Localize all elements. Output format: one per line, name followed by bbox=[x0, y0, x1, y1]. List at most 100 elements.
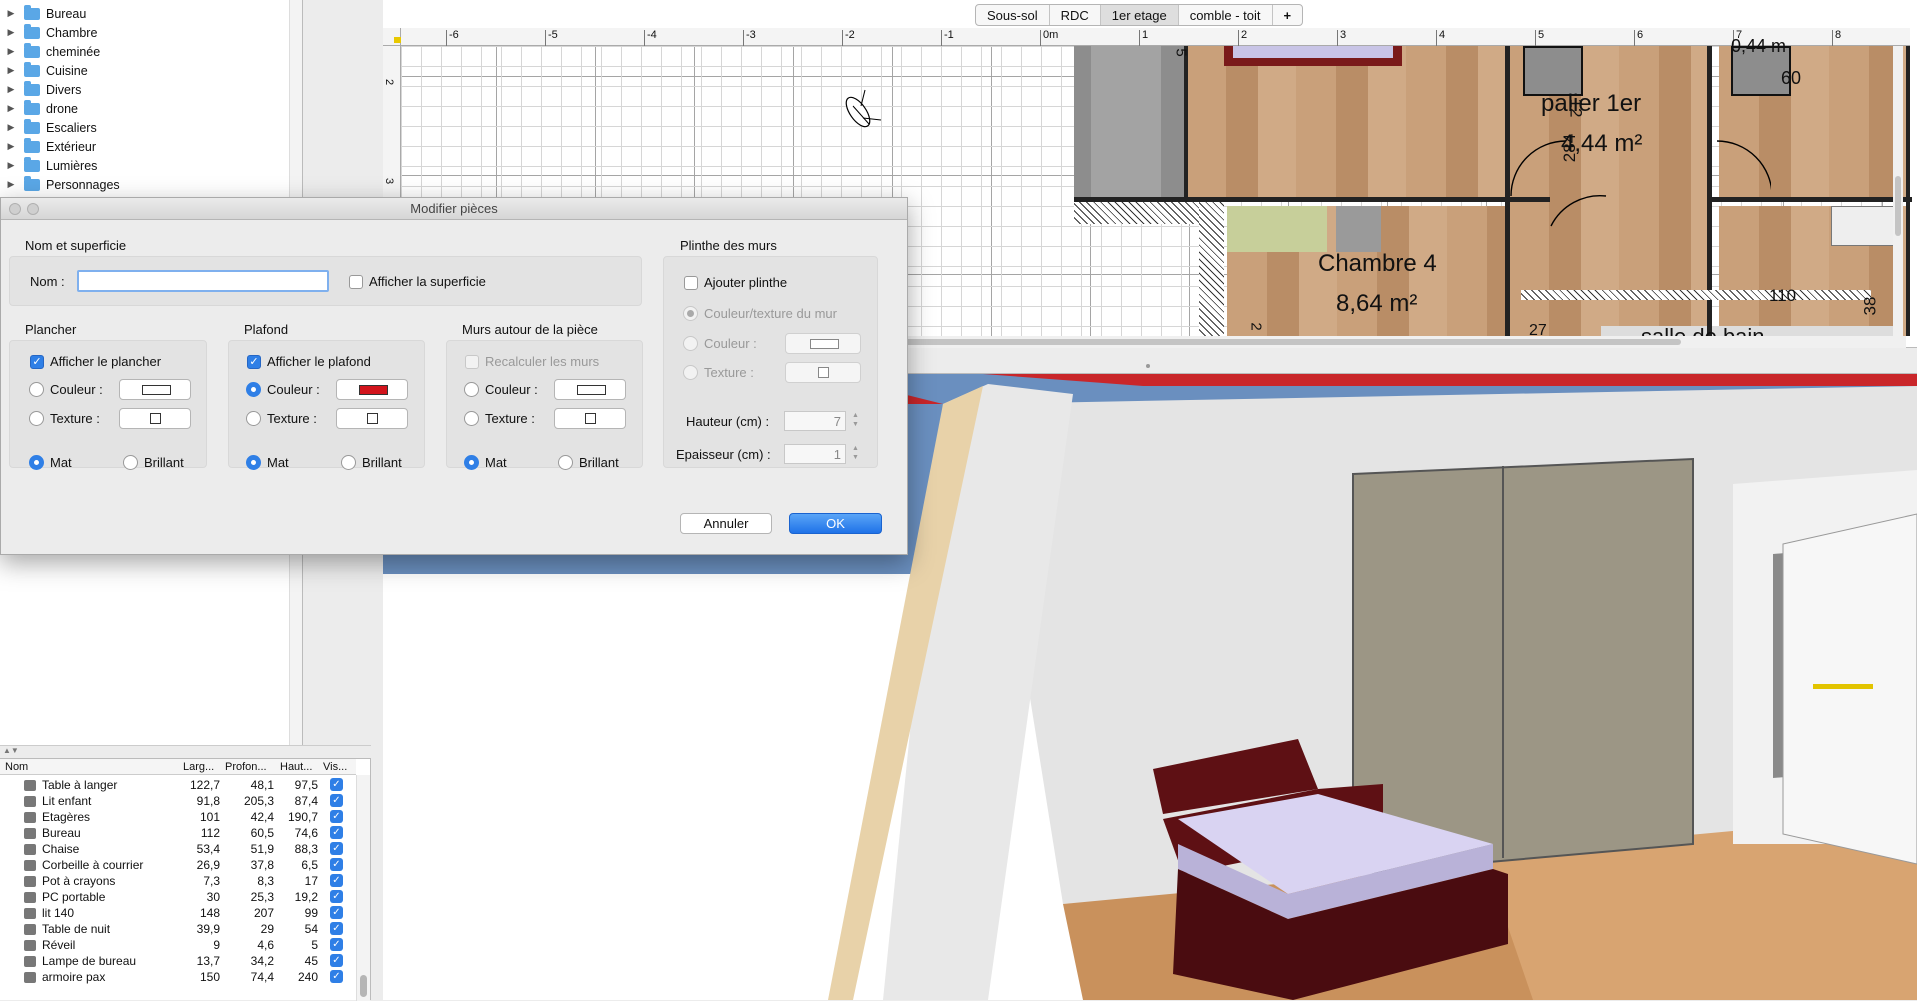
floor-shiny-radio[interactable] bbox=[123, 455, 138, 470]
ceiling-texture-label[interactable]: Texture : bbox=[267, 411, 317, 426]
room-name-input[interactable] bbox=[77, 270, 329, 292]
table-row[interactable]: Lampe de bureau 13,7 34,2 45 ✓ bbox=[0, 953, 356, 969]
catalog-category-item[interactable]: ▶ Cuisine bbox=[0, 61, 300, 80]
tab-1er-etage[interactable]: 1er etage bbox=[1100, 5, 1179, 25]
disclosure-triangle-icon[interactable]: ▶ bbox=[4, 122, 18, 133]
visible-checkbox[interactable]: ✓ bbox=[330, 874, 343, 887]
visible-checkbox[interactable]: ✓ bbox=[330, 922, 343, 935]
ceiling-color-radio[interactable] bbox=[246, 382, 261, 397]
ceiling-texture-radio[interactable] bbox=[246, 411, 261, 426]
catalog-category-item[interactable]: ▶ Lumières bbox=[0, 156, 300, 175]
column-height[interactable]: Haut... bbox=[280, 761, 312, 773]
floor-texture-radio[interactable] bbox=[29, 411, 44, 426]
catalog-category-item[interactable]: ▶ Divers bbox=[0, 80, 300, 99]
disclosure-triangle-icon[interactable]: ▶ bbox=[4, 160, 18, 171]
disclosure-triangle-icon[interactable]: ▶ bbox=[4, 179, 18, 190]
column-depth[interactable]: Profon... bbox=[225, 761, 267, 773]
walls-matt-label[interactable]: Mat bbox=[485, 455, 507, 470]
plan-vscroll[interactable] bbox=[1893, 46, 1903, 336]
ceiling-shiny-radio[interactable] bbox=[341, 455, 356, 470]
visible-checkbox[interactable]: ✓ bbox=[330, 954, 343, 967]
recalc-walls-checkbox[interactable] bbox=[465, 355, 479, 369]
baseboard-height-stepper-icon[interactable]: ▲ ▼ bbox=[850, 411, 861, 431]
disclosure-triangle-icon[interactable]: ▶ bbox=[4, 141, 18, 152]
room-label-palier[interactable]: palier 1er bbox=[1541, 90, 1641, 118]
catalog-category-item[interactable]: ▶ Bureau bbox=[0, 4, 300, 23]
table-row[interactable]: Table de nuit 39,9 29 54 ✓ bbox=[0, 921, 356, 937]
visible-checkbox[interactable]: ✓ bbox=[330, 826, 343, 839]
visible-checkbox[interactable]: ✓ bbox=[330, 858, 343, 871]
walls-color-button[interactable] bbox=[554, 379, 626, 400]
floor-texture-button[interactable] bbox=[119, 408, 191, 429]
visible-checkbox[interactable]: ✓ bbox=[330, 778, 343, 791]
ceiling-color-button[interactable] bbox=[336, 379, 408, 400]
visible-checkbox[interactable]: ✓ bbox=[330, 890, 343, 903]
plan-vscroll-thumb[interactable] bbox=[1895, 176, 1901, 236]
walls-texture-label[interactable]: Texture : bbox=[485, 411, 535, 426]
disclosure-triangle-icon[interactable]: ▶ bbox=[4, 65, 18, 76]
furniture-list[interactable]: Nom Larg... Profon... Haut... Vis... Tab… bbox=[0, 758, 371, 1001]
table-row[interactable]: Bureau 112 60,5 74,6 ✓ bbox=[0, 825, 356, 841]
show-ceiling-label[interactable]: Afficher le plafond bbox=[267, 354, 371, 369]
ceiling-color-label[interactable]: Couleur : bbox=[267, 382, 320, 397]
baseboard-wall-color-radio[interactable] bbox=[683, 306, 698, 321]
ceiling-shiny-label[interactable]: Brillant bbox=[362, 455, 402, 470]
walls-color-radio[interactable] bbox=[464, 382, 479, 397]
visible-checkbox[interactable]: ✓ bbox=[330, 938, 343, 951]
show-area-label[interactable]: Afficher la superficie bbox=[369, 274, 486, 289]
baseboard-texture-button[interactable] bbox=[785, 362, 861, 383]
dialog-title-bar[interactable]: Modifier pièces bbox=[1, 198, 907, 220]
catalog-category-item[interactable]: ▶ Chambre bbox=[0, 23, 300, 42]
ceiling-matt-label[interactable]: Mat bbox=[267, 455, 289, 470]
furniture-scroll-thumb[interactable] bbox=[360, 975, 367, 997]
ceiling-matt-radio[interactable] bbox=[246, 455, 261, 470]
add-baseboard-label[interactable]: Ajouter plinthe bbox=[704, 275, 787, 290]
table-row[interactable]: Etagères 101 42,4 190,7 ✓ bbox=[0, 809, 356, 825]
show-floor-checkbox[interactable]: ✓ bbox=[30, 355, 44, 369]
splitter-grip-icon[interactable] bbox=[1146, 364, 1150, 368]
baseboard-thickness-stepper-icon[interactable]: ▲ ▼ bbox=[850, 444, 861, 464]
catalog-category-item[interactable]: ▶ Extérieur bbox=[0, 137, 300, 156]
show-ceiling-checkbox[interactable]: ✓ bbox=[247, 355, 261, 369]
visible-checkbox[interactable]: ✓ bbox=[330, 970, 343, 983]
baseboard-color-label[interactable]: Couleur : bbox=[704, 336, 757, 351]
baseboard-color-button[interactable] bbox=[785, 333, 861, 354]
baseboard-color-radio[interactable] bbox=[683, 336, 698, 351]
walls-matt-radio[interactable] bbox=[464, 455, 479, 470]
visible-checkbox[interactable]: ✓ bbox=[330, 810, 343, 823]
column-visible[interactable]: Vis... bbox=[323, 761, 347, 773]
show-floor-label[interactable]: Afficher le plancher bbox=[50, 354, 161, 369]
table-row[interactable]: Pot à crayons 7,3 8,3 17 ✓ bbox=[0, 873, 356, 889]
minimize-window-button[interactable] bbox=[27, 203, 39, 215]
room-label-salle-de-bain[interactable]: salle de bain bbox=[1641, 324, 1765, 336]
catalog-category-item[interactable]: ▶ Escaliers bbox=[0, 118, 300, 137]
catalog-category-item[interactable]: ▶ cheminée bbox=[0, 42, 300, 61]
disclosure-triangle-icon[interactable]: ▶ bbox=[4, 27, 18, 38]
table-row[interactable]: Table à langer 122,7 48,1 97,5 ✓ bbox=[0, 777, 356, 793]
floor-shiny-label[interactable]: Brillant bbox=[144, 455, 184, 470]
tab-comble-toit[interactable]: comble - toit bbox=[1179, 5, 1273, 25]
show-area-checkbox[interactable] bbox=[349, 275, 363, 289]
left-splitter[interactable]: ▲▼ bbox=[0, 745, 371, 758]
walls-texture-radio[interactable] bbox=[464, 411, 479, 426]
table-row[interactable]: lit 140 148 207 99 ✓ bbox=[0, 905, 356, 921]
table-row[interactable]: Réveil 9 4,6 5 ✓ bbox=[0, 937, 356, 953]
cancel-button[interactable]: Annuler bbox=[680, 513, 772, 534]
baseboard-texture-radio[interactable] bbox=[683, 365, 698, 380]
floor-color-label[interactable]: Couleur : bbox=[50, 382, 103, 397]
add-baseboard-checkbox[interactable] bbox=[684, 276, 698, 290]
disclosure-triangle-icon[interactable]: ▶ bbox=[4, 84, 18, 95]
floor-texture-label[interactable]: Texture : bbox=[50, 411, 100, 426]
walls-shiny-label[interactable]: Brillant bbox=[579, 455, 619, 470]
visible-checkbox[interactable]: ✓ bbox=[330, 906, 343, 919]
collapse-arrows-icon[interactable]: ▲▼ bbox=[3, 746, 19, 755]
ceiling-texture-button[interactable] bbox=[336, 408, 408, 429]
table-row[interactable]: PC portable 30 25,3 19,2 ✓ bbox=[0, 889, 356, 905]
floor-matt-label[interactable]: Mat bbox=[50, 455, 72, 470]
close-window-button[interactable] bbox=[9, 203, 21, 215]
disclosure-triangle-icon[interactable]: ▶ bbox=[4, 8, 18, 19]
visible-checkbox[interactable]: ✓ bbox=[330, 794, 343, 807]
floor-color-radio[interactable] bbox=[29, 382, 44, 397]
column-width[interactable]: Larg... bbox=[183, 761, 214, 773]
walls-color-label[interactable]: Couleur : bbox=[485, 382, 538, 397]
